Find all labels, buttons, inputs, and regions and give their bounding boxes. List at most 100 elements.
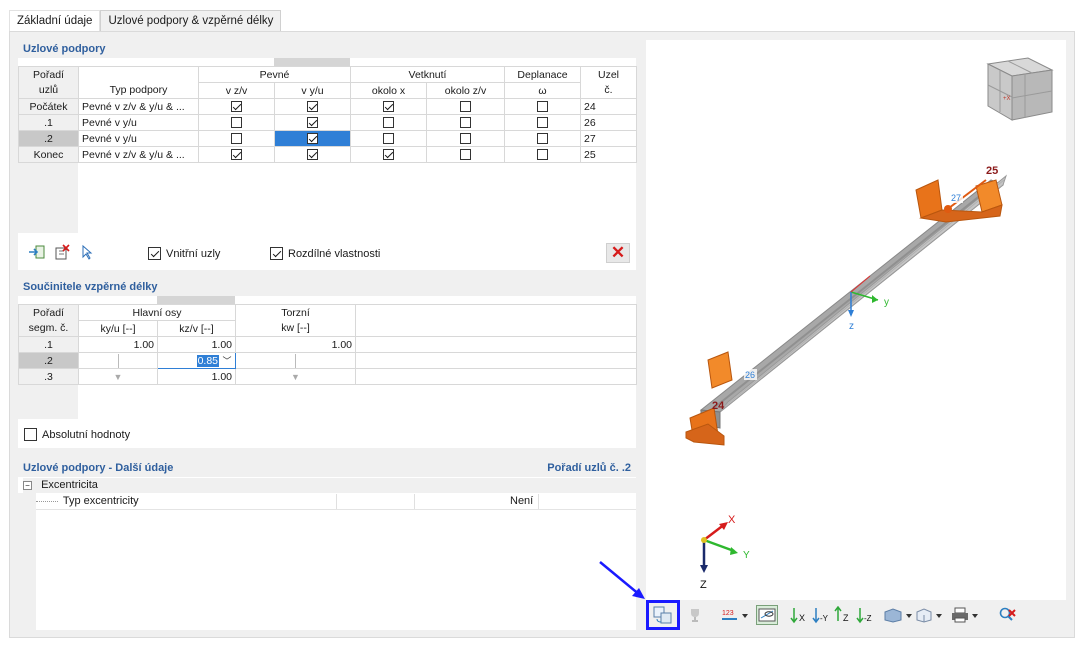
tree-item-eccentricity-type[interactable]: Typ excentricity Není bbox=[36, 494, 636, 510]
ky-cell[interactable]: 1.00 bbox=[78, 336, 158, 353]
table-row[interactable]: .1 1.00 1.00 1.00 bbox=[18, 336, 637, 353]
sync-selection-icon bbox=[653, 606, 672, 624]
col-rot-x: okolo x bbox=[350, 82, 427, 99]
tree-group-eccentricity[interactable]: − Excentricita bbox=[23, 478, 636, 493]
table-row[interactable]: .3 ▼ 1.00 ▼ bbox=[18, 368, 637, 385]
warp-checkbox[interactable] bbox=[537, 117, 549, 129]
delete-row-icon[interactable] bbox=[51, 242, 73, 262]
support-type-cell[interactable]: Pevné v z/v & y/u & ... bbox=[78, 98, 199, 115]
item-value[interactable]: Není bbox=[510, 494, 533, 509]
rot-x-checkbox[interactable] bbox=[383, 101, 394, 113]
kz-cell[interactable]: 1.00 bbox=[157, 368, 236, 385]
fixed-yu-checkbox[interactable] bbox=[307, 117, 318, 129]
rot-x-checkbox[interactable] bbox=[383, 133, 394, 145]
display-box-button[interactable] bbox=[914, 605, 946, 625]
svg-text:-Y: -Y bbox=[820, 614, 829, 623]
support-type-cell[interactable]: Pevné v z/v & y/u & ... bbox=[78, 146, 199, 163]
kw-cell[interactable]: ▼ bbox=[235, 368, 356, 385]
fixed-zv-checkbox[interactable] bbox=[231, 117, 242, 129]
kw-cell[interactable]: 1.00 bbox=[235, 336, 356, 353]
delete-button[interactable]: ✕ bbox=[606, 243, 630, 263]
fixed-zv-checkbox[interactable] bbox=[231, 101, 242, 113]
node-label-24: 24 bbox=[712, 400, 725, 412]
tab-basic-data[interactable]: Základní údaje bbox=[9, 10, 101, 32]
tree-connector bbox=[36, 500, 58, 502]
node-cell[interactable]: 26 bbox=[580, 114, 638, 131]
fixed-yu-checkbox[interactable] bbox=[307, 133, 318, 145]
axis-z-view-icon: Z bbox=[834, 606, 849, 623]
fixed-zv-checkbox[interactable] bbox=[231, 133, 242, 145]
view-neg-z-button[interactable]: -Z bbox=[854, 605, 876, 625]
details-panel: Uzlové podpory - Další údaje Pořadí uzlů… bbox=[18, 459, 636, 630]
model-3d-view[interactable]: +X 25 27 26 24 y z X Y Z bbox=[646, 40, 1066, 600]
rot-zv-checkbox[interactable] bbox=[460, 149, 471, 161]
row-order: Počátek bbox=[18, 98, 79, 115]
global-y-label: Y bbox=[743, 550, 750, 561]
render-mode-button[interactable] bbox=[882, 605, 914, 625]
rot-zv-checkbox[interactable] bbox=[460, 101, 471, 113]
fixed-zv-checkbox[interactable] bbox=[231, 149, 242, 161]
row-order: .2 bbox=[18, 130, 79, 147]
absolute-values-option[interactable]: Absolutní hodnoty bbox=[24, 428, 130, 441]
inner-nodes-option[interactable]: Vnitřní uzly bbox=[148, 247, 220, 260]
warp-checkbox[interactable] bbox=[537, 101, 549, 113]
view-x-button[interactable]: X bbox=[788, 605, 810, 625]
print-button[interactable] bbox=[950, 605, 982, 625]
col-warping-header: Deplanace bbox=[504, 66, 582, 83]
show-view-button[interactable] bbox=[756, 605, 778, 625]
node-cell[interactable]: 25 bbox=[580, 146, 638, 163]
trophy-icon bbox=[691, 609, 699, 622]
ky-cell[interactable]: ▼ bbox=[78, 368, 158, 385]
chevron-down-icon[interactable]: ﹀ bbox=[219, 354, 235, 367]
table-row[interactable]: Počátek Pevné v z/v & y/u & ... 24 bbox=[18, 98, 638, 115]
trophy-button[interactable] bbox=[684, 605, 706, 625]
model-canvas[interactable]: +X 25 27 26 24 y z X Y Z bbox=[646, 40, 1066, 600]
sync-view-button[interactable] bbox=[646, 600, 680, 630]
table-row[interactable]: .2 Pevné v y/u 27 bbox=[18, 130, 638, 147]
inherit-arrow-icon: ▼ bbox=[291, 371, 300, 382]
import-nodes-icon[interactable] bbox=[26, 242, 48, 262]
indicator-arrow-icon bbox=[599, 561, 645, 599]
col-fixed-zv: v z/v bbox=[198, 82, 275, 99]
table-row[interactable]: Konec Pevné v z/v & y/u & ... 25 bbox=[18, 146, 638, 163]
support-type-cell[interactable]: Pevné v y/u bbox=[78, 114, 199, 131]
view-z-button[interactable]: Z bbox=[832, 605, 854, 625]
rot-zv-checkbox[interactable] bbox=[460, 133, 471, 145]
fixed-yu-checkbox[interactable] bbox=[307, 101, 318, 113]
inner-nodes-checkbox[interactable] bbox=[148, 247, 161, 260]
row-order: .1 bbox=[18, 114, 79, 131]
table-row[interactable]: .1 Pevné v y/u 26 bbox=[18, 114, 638, 131]
rot-zv-checkbox[interactable] bbox=[460, 117, 471, 129]
tab-supports-buckling[interactable]: Uzlové podpory & vzpěrné délky bbox=[100, 10, 282, 32]
kz-value[interactable]: 0.85 bbox=[196, 354, 219, 367]
view-neg-y-button[interactable]: -Y bbox=[810, 605, 832, 625]
buckling-table: Pořadí Hlavní osy Torzní segm. č. ky/u [… bbox=[18, 304, 637, 385]
absolute-values-label: Absolutní hodnoty bbox=[42, 428, 131, 441]
kz-cell[interactable]: 1.00 bbox=[157, 336, 236, 353]
pick-node-icon[interactable] bbox=[76, 242, 98, 262]
absolute-values-checkbox[interactable] bbox=[24, 428, 37, 441]
fixed-yu-checkbox[interactable] bbox=[307, 149, 318, 161]
different-properties-option[interactable]: Rozdílné vlastnosti bbox=[270, 247, 380, 260]
col-seg-sub: segm. č. bbox=[18, 320, 79, 337]
kw-cell[interactable] bbox=[235, 352, 356, 369]
kz-combo[interactable]: 0.85 ﹀ bbox=[157, 352, 236, 369]
node-cell[interactable]: 24 bbox=[580, 98, 638, 115]
view-cube-icon[interactable]: +X bbox=[986, 57, 1054, 121]
node-cell[interactable]: 27 bbox=[580, 130, 638, 147]
warp-checkbox[interactable] bbox=[537, 133, 549, 145]
warp-checkbox[interactable] bbox=[537, 149, 549, 161]
col-order-header: Pořadí bbox=[18, 66, 79, 83]
collapse-icon[interactable]: − bbox=[23, 480, 32, 490]
printer-icon bbox=[952, 607, 978, 623]
rot-x-checkbox[interactable] bbox=[383, 117, 394, 129]
axis-x-view-icon: X bbox=[790, 608, 805, 624]
close-view-button[interactable] bbox=[996, 605, 1018, 625]
table-row[interactable]: .2 0.85 ﹀ bbox=[18, 352, 637, 369]
box-icon bbox=[916, 608, 942, 623]
rot-x-checkbox[interactable] bbox=[383, 149, 394, 161]
different-properties-checkbox[interactable] bbox=[270, 247, 283, 260]
ky-cell[interactable] bbox=[78, 352, 158, 369]
numbering-button[interactable]: 123 bbox=[720, 605, 750, 625]
support-type-cell[interactable]: Pevné v y/u bbox=[78, 130, 199, 147]
